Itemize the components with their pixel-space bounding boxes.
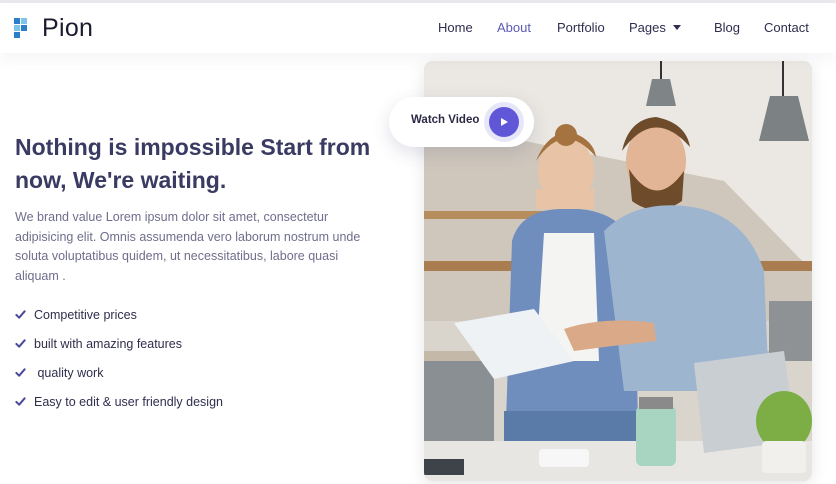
- hero-description: We brand value Lorem ipsum dolor sit ame…: [15, 210, 361, 283]
- navbar: Pion Home About Portfolio Pages Blog Con…: [0, 3, 836, 53]
- feature-list: Competitive prices built with amazing fe…: [15, 300, 223, 416]
- feature-label: Easy to edit & user friendly design: [34, 394, 223, 409]
- feature-label: built with amazing features: [34, 336, 182, 351]
- nav-label: Portfolio: [557, 20, 605, 35]
- nav-item-contact[interactable]: Contact: [764, 19, 809, 37]
- feature-item: built with amazing features: [15, 329, 223, 358]
- nav-item-portfolio[interactable]: Portfolio: [557, 19, 605, 37]
- watch-video-button[interactable]: Watch Video: [389, 97, 534, 147]
- feature-label: Competitive prices: [34, 307, 137, 322]
- feature-item: Easy to edit & user friendly design: [15, 387, 223, 416]
- check-icon: [15, 310, 26, 319]
- feature-item: quality work: [15, 358, 223, 387]
- check-icon: [15, 368, 26, 377]
- watch-video-label: Watch Video: [411, 114, 480, 126]
- check-icon: [15, 339, 26, 348]
- nav-item-blog[interactable]: Blog: [714, 19, 740, 37]
- nav-item-about[interactable]: About: [497, 19, 531, 37]
- nav-label: About: [497, 20, 531, 35]
- feature-label: quality work: [34, 365, 104, 380]
- hero-title: Nothing is impossible Start from now, We…: [15, 134, 371, 193]
- caret-down-icon: [672, 25, 681, 30]
- nav-item-pages[interactable]: Pages: [629, 19, 681, 37]
- feature-item: Competitive prices: [15, 300, 223, 329]
- nav-label: Blog: [714, 20, 741, 35]
- play-button[interactable]: [489, 107, 519, 137]
- play-icon: [501, 118, 508, 126]
- main-nav: Home About Portfolio Pages Blog Contact: [0, 19, 836, 39]
- nav-item-home[interactable]: Home: [438, 19, 473, 37]
- check-icon: [15, 397, 26, 406]
- nav-label: Pages: [629, 20, 666, 35]
- nav-label: Contact: [764, 20, 809, 35]
- nav-label: Home: [438, 20, 473, 35]
